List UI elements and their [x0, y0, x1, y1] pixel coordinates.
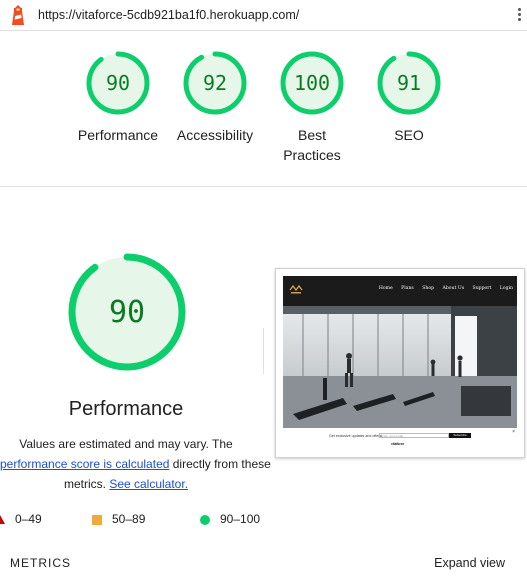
desc-line-3-text: metrics.	[63, 477, 110, 491]
gauge-label: SEO	[394, 127, 424, 143]
expand-view-button[interactable]: Expand view	[434, 556, 505, 570]
gauge-best-practices[interactable]: 100 Best Practices	[262, 51, 362, 165]
desc-line-2: performance score is calculated directly…	[0, 454, 271, 474]
site-navbar: Home Plans Shop About Us Support Login	[283, 276, 517, 306]
lighthouse-icon	[12, 5, 24, 25]
score-gauge: 92	[183, 51, 247, 115]
site-nav-link: Plans	[401, 286, 414, 291]
newsletter-logo: vitaforce	[391, 442, 405, 446]
final-screenshot[interactable]: Home Plans Shop About Us Support Login G…	[275, 268, 525, 458]
performance-title: Performance	[68, 398, 184, 420]
score-gauge: 91	[377, 51, 441, 115]
circle-icon	[200, 514, 210, 525]
site-newsletter-bar: Get exclusive updates and offers! Enter …	[283, 428, 517, 452]
top-bar: https://vitaforce-5cdb921ba1f0.herokuapp…	[0, 0, 527, 31]
site-logo-icon	[289, 284, 303, 294]
see-calculator-link[interactable]: See calculator.	[109, 477, 188, 491]
desc-line-3: metrics. See calculator.	[0, 474, 252, 494]
gauge-accessibility[interactable]: 92 Accessibility	[165, 51, 265, 145]
score-gauge: 100	[280, 51, 344, 115]
gauge-seo[interactable]: 91 SEO	[359, 51, 459, 145]
desc-line-1: Values are estimated and may vary. The	[19, 437, 233, 451]
site-nav-link: Login	[499, 286, 513, 291]
newsletter-email-input: Enter your email	[379, 433, 449, 438]
desc-line-2-text: directly from these	[169, 457, 271, 471]
newsletter-close-icon: ×	[512, 429, 515, 435]
metrics-heading: METRICS	[10, 556, 71, 570]
score-gauge: 90	[86, 51, 150, 115]
performance-gauge-large: 90	[68, 253, 186, 371]
newsletter-label: Get exclusive updates and offers!	[329, 434, 383, 438]
category-summary: 90 Performance 92 Accessibility 100 Best…	[0, 31, 527, 187]
score-calculated-link[interactable]: performance score is calculated	[0, 457, 169, 471]
square-icon	[92, 514, 102, 525]
gauge-label: Best Practices	[283, 127, 341, 163]
site-nav-links: Home Plans Shop About Us Support Login	[372, 286, 513, 291]
newsletter-subscribe-button: Subscribe	[449, 433, 471, 438]
legend-average: 50–89	[92, 512, 145, 526]
gauge-score: 90	[106, 71, 130, 95]
vertical-divider	[263, 328, 264, 374]
triangle-icon	[0, 515, 5, 525]
legend-fail: 0–49	[0, 512, 42, 526]
legend-range: 50–89	[112, 512, 146, 526]
performance-score: 90	[109, 295, 145, 330]
gauge-performance[interactable]: 90 Performance	[68, 51, 168, 145]
site-nav-link: Shop	[422, 286, 435, 291]
legend-range: 90–100	[220, 512, 261, 526]
site-nav-link: Support	[472, 286, 492, 291]
kebab-menu-icon[interactable]	[515, 8, 523, 24]
legend-range: 0–49	[15, 512, 42, 526]
gauge-score: 100	[294, 71, 330, 95]
performance-description: Values are estimated and may vary. The p…	[0, 434, 271, 494]
gauge-label: Accessibility	[176, 127, 254, 143]
gauge-score: 91	[397, 71, 421, 95]
site-nav-link: About Us	[442, 286, 465, 291]
page-url: https://vitaforce-5cdb921ba1f0.herokuapp…	[38, 8, 300, 22]
screenshot-content: Home Plans Shop About Us Support Login G…	[283, 276, 517, 452]
gym-hero-image	[283, 306, 517, 428]
gauge-score: 92	[203, 71, 227, 95]
site-nav-link: Home	[378, 286, 393, 291]
gauge-label: Performance	[77, 127, 159, 143]
legend-pass: 90–100	[200, 512, 260, 526]
